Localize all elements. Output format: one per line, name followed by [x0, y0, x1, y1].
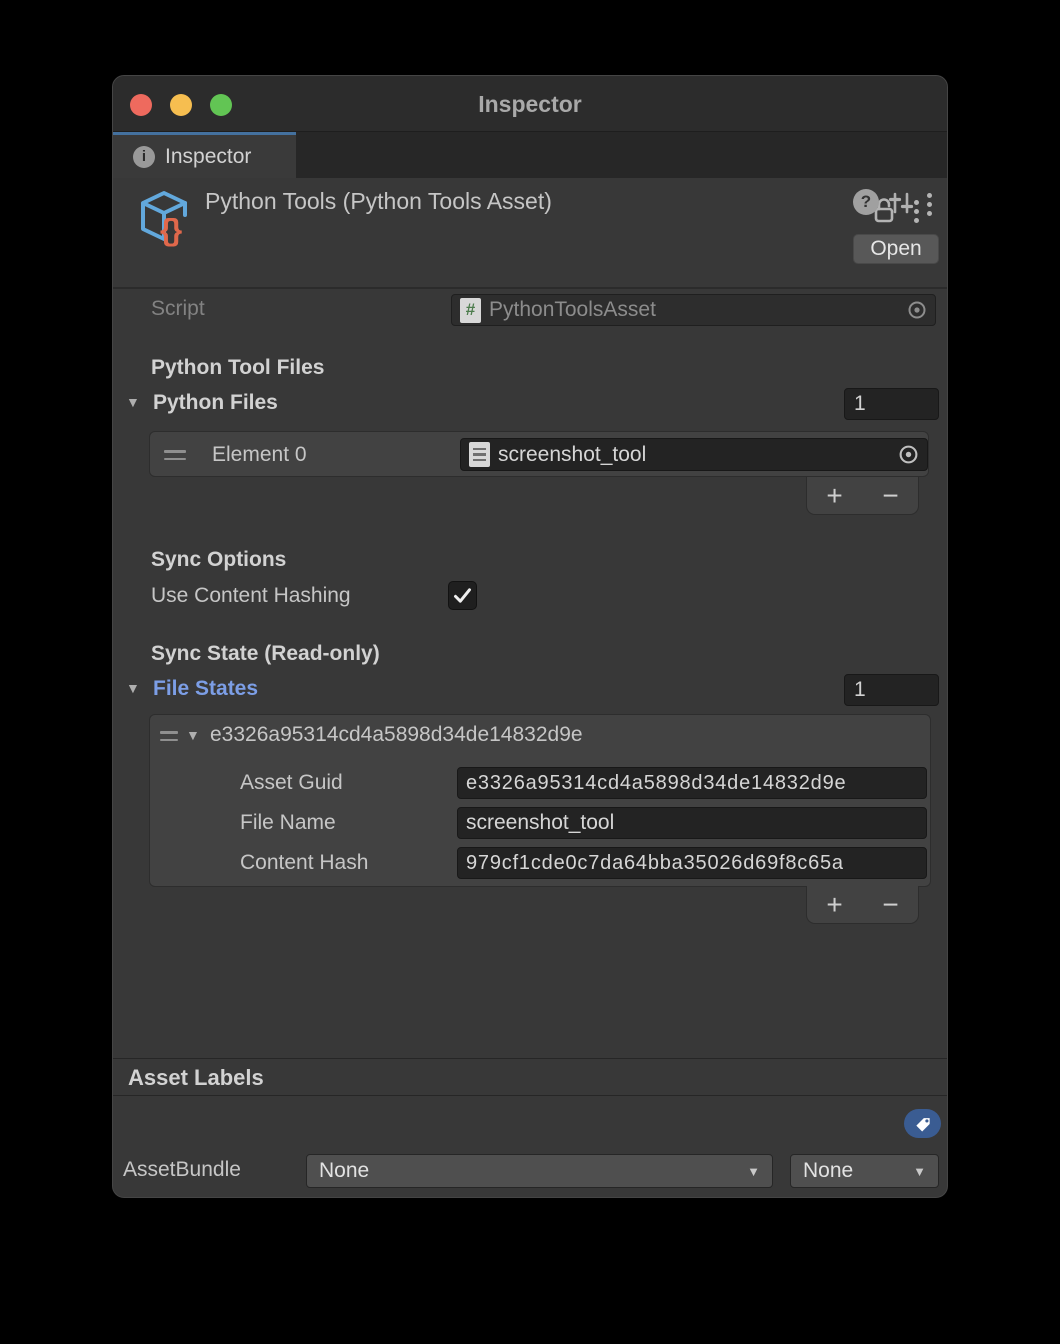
- add-state-button[interactable]: +: [814, 888, 856, 922]
- chevron-down-icon: ▼: [747, 1164, 760, 1179]
- script-value: PythonToolsAsset: [489, 298, 656, 322]
- object-picker-icon[interactable]: [898, 444, 919, 465]
- open-button[interactable]: Open: [853, 234, 939, 264]
- python-files-list-footer: + −: [806, 477, 919, 515]
- state-drag-handle-icon[interactable]: [160, 731, 178, 741]
- tab-label: Inspector: [165, 145, 251, 169]
- file-states-list: ▼ e3326a95314cd4a5898d34de14832d9e Asset…: [149, 714, 931, 887]
- element-0-value: screenshot_tool: [498, 443, 646, 467]
- asset-labels-heading: Asset Labels: [128, 1065, 264, 1091]
- script-object-field: # PythonToolsAsset: [451, 294, 936, 326]
- close-traffic-light[interactable]: [130, 94, 152, 116]
- remove-element-button[interactable]: −: [870, 479, 912, 513]
- content-hash-value: 979cf1cde0c7da64bba35026d69f8c65a: [466, 852, 844, 875]
- file-states-label[interactable]: File States: [153, 677, 258, 701]
- python-tool-files-heading: Python Tool Files: [151, 356, 324, 380]
- use-content-hashing-checkbox[interactable]: [448, 581, 477, 610]
- window-title: Inspector: [113, 76, 947, 132]
- script-label: Script: [151, 297, 205, 321]
- file-name-label: File Name: [240, 811, 336, 835]
- presets-icon[interactable]: [888, 190, 914, 216]
- python-tools-asset-icon: {}: [134, 188, 194, 250]
- asset-labels-bottom-separator: [113, 1095, 947, 1096]
- python-files-list: Element 0 screenshot_tool: [149, 431, 929, 477]
- text-asset-icon: [469, 442, 490, 467]
- component-title: Python Tools (Python Tools Asset): [205, 188, 552, 215]
- asset-guid-field[interactable]: e3326a95314cd4a5898d34de14832d9e: [457, 767, 927, 799]
- assetbundle-label: AssetBundle: [123, 1158, 241, 1182]
- file-name-field[interactable]: screenshot_tool: [457, 807, 927, 839]
- tag-icon: [913, 1114, 933, 1134]
- asset-label-tag-button[interactable]: [904, 1109, 941, 1138]
- info-icon: i: [133, 146, 155, 168]
- file-name-value: screenshot_tool: [466, 811, 614, 835]
- asset-guid-label: Asset Guid: [240, 771, 343, 795]
- state-foldout-icon[interactable]: ▼: [186, 727, 200, 743]
- assetbundle-variant-value: None: [803, 1159, 853, 1183]
- file-states-foldout-icon[interactable]: ▼: [126, 680, 140, 696]
- inspector-window: Inspector i Inspector {} Python Tools (P…: [112, 75, 948, 1198]
- remove-state-button[interactable]: −: [870, 888, 912, 922]
- python-files-size-field[interactable]: 1: [844, 388, 939, 420]
- element-0-label: Element 0: [212, 443, 307, 467]
- file-states-size-field[interactable]: 1: [844, 674, 939, 706]
- element-drag-handle-icon[interactable]: [164, 450, 186, 460]
- content-hash-field[interactable]: 979cf1cde0c7da64bba35026d69f8c65a: [457, 847, 927, 879]
- checkmark-icon: [452, 585, 473, 606]
- maximize-traffic-light[interactable]: [210, 94, 232, 116]
- braces-icon: {}: [160, 212, 180, 248]
- assetbundle-value: None: [319, 1159, 369, 1183]
- asset-guid-value: e3326a95314cd4a5898d34de14832d9e: [466, 772, 846, 795]
- content-hash-label: Content Hash: [240, 851, 368, 875]
- use-content-hashing-label: Use Content Hashing: [151, 584, 351, 608]
- sync-state-heading: Sync State (Read-only): [151, 642, 380, 666]
- header-separator: [113, 287, 947, 289]
- asset-labels-top-separator: [113, 1058, 947, 1059]
- window-titlebar: Inspector: [113, 76, 947, 132]
- element-0-object-field[interactable]: screenshot_tool: [460, 438, 928, 471]
- tab-inspector[interactable]: i Inspector: [113, 132, 296, 178]
- sync-options-heading: Sync Options: [151, 548, 286, 572]
- chevron-down-icon: ▼: [913, 1164, 926, 1179]
- help-icon[interactable]: ?: [853, 189, 879, 215]
- file-states-list-footer: + −: [806, 886, 919, 924]
- add-element-button[interactable]: +: [814, 479, 856, 513]
- csharp-script-icon: #: [460, 298, 481, 323]
- python-files-label[interactable]: Python Files: [153, 391, 278, 415]
- python-files-foldout-icon[interactable]: ▼: [126, 394, 140, 410]
- state-header-guid[interactable]: e3326a95314cd4a5898d34de14832d9e: [210, 723, 583, 747]
- assetbundle-variant-dropdown[interactable]: None ▼: [790, 1154, 939, 1188]
- component-menu-kebab-icon[interactable]: [926, 193, 932, 216]
- assetbundle-dropdown[interactable]: None ▼: [306, 1154, 773, 1188]
- tab-strip: i Inspector: [113, 132, 947, 178]
- minimize-traffic-light[interactable]: [170, 94, 192, 116]
- object-picker-icon: [907, 300, 927, 320]
